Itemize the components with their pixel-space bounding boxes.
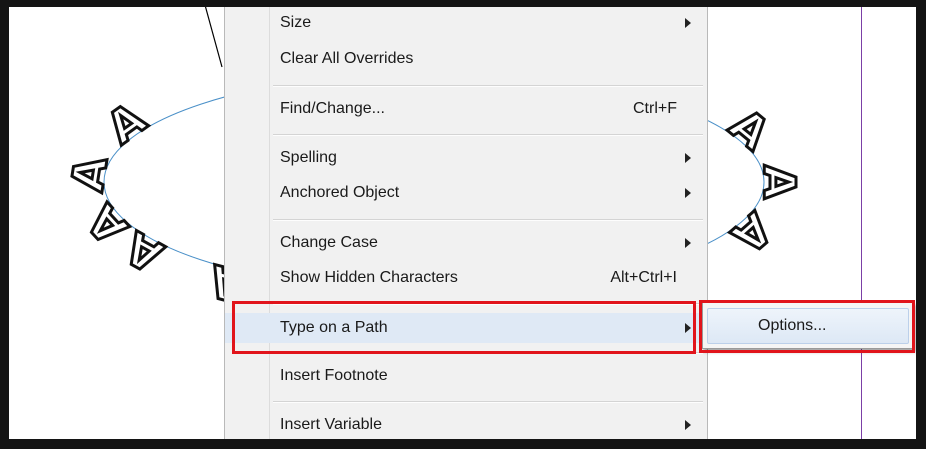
menu-item-label: Change Case xyxy=(280,234,378,251)
menu-item-clear-all-overrides[interactable]: Clear All Overrides xyxy=(225,44,707,74)
menu-item-shortcut: Alt+Ctrl+I xyxy=(610,269,677,286)
path-glyph: A xyxy=(722,202,781,263)
document-canvas[interactable]: AAAAAAAA Size Clear All Overrides Find/C… xyxy=(9,7,916,439)
menu-item-size[interactable]: Size xyxy=(225,8,707,38)
highlight-callout-submenu xyxy=(699,300,915,353)
menu-separator xyxy=(273,219,703,221)
menu-item-show-hidden-characters[interactable]: Show Hidden Characters Alt+Ctrl+I xyxy=(225,263,707,293)
menu-item-label: Size xyxy=(280,14,312,31)
path-glyph: A xyxy=(720,99,779,160)
path-line xyxy=(204,7,223,68)
menu-item-insert-footnote[interactable]: Insert Footnote xyxy=(225,361,707,391)
screenshot-frame: AAAAAAAA Size Clear All Overrides Find/C… xyxy=(0,0,926,449)
menu-item-label: Insert Variable xyxy=(280,416,382,433)
menu-item-label: Anchored Object xyxy=(280,184,400,201)
menu-item-insert-variable[interactable]: Insert Variable xyxy=(225,410,707,439)
menu-item-change-case[interactable]: Change Case xyxy=(225,228,707,258)
menu-item-shortcut: Ctrl+F xyxy=(633,100,677,117)
margin-guide xyxy=(861,7,862,439)
menu-separator xyxy=(273,85,703,87)
menu-item-label: Clear All Overrides xyxy=(280,50,414,67)
context-menu: Size Clear All Overrides Find/Change... … xyxy=(224,7,708,439)
highlight-callout-menu-item xyxy=(232,301,696,354)
path-glyph: A xyxy=(98,93,155,154)
menu-separator xyxy=(273,134,703,136)
menu-item-spelling[interactable]: Spelling xyxy=(225,143,707,173)
path-glyph: A xyxy=(753,165,804,199)
submenu-arrow-icon xyxy=(685,420,691,430)
submenu-arrow-icon xyxy=(685,188,691,198)
menu-item-label: Spelling xyxy=(280,149,337,166)
menu-item-label: Insert Footnote xyxy=(280,367,388,384)
menu-separator xyxy=(273,401,703,403)
menu-item-label: Find/Change... xyxy=(280,100,385,117)
path-glyph: A xyxy=(62,153,118,195)
menu-item-label: Show Hidden Characters xyxy=(280,269,458,286)
submenu-arrow-icon xyxy=(685,153,691,163)
menu-item-anchored-object[interactable]: Anchored Object xyxy=(225,178,707,208)
menu-item-find-change[interactable]: Find/Change... Ctrl+F xyxy=(225,94,707,124)
submenu-arrow-icon xyxy=(685,18,691,28)
submenu-arrow-icon xyxy=(685,238,691,248)
